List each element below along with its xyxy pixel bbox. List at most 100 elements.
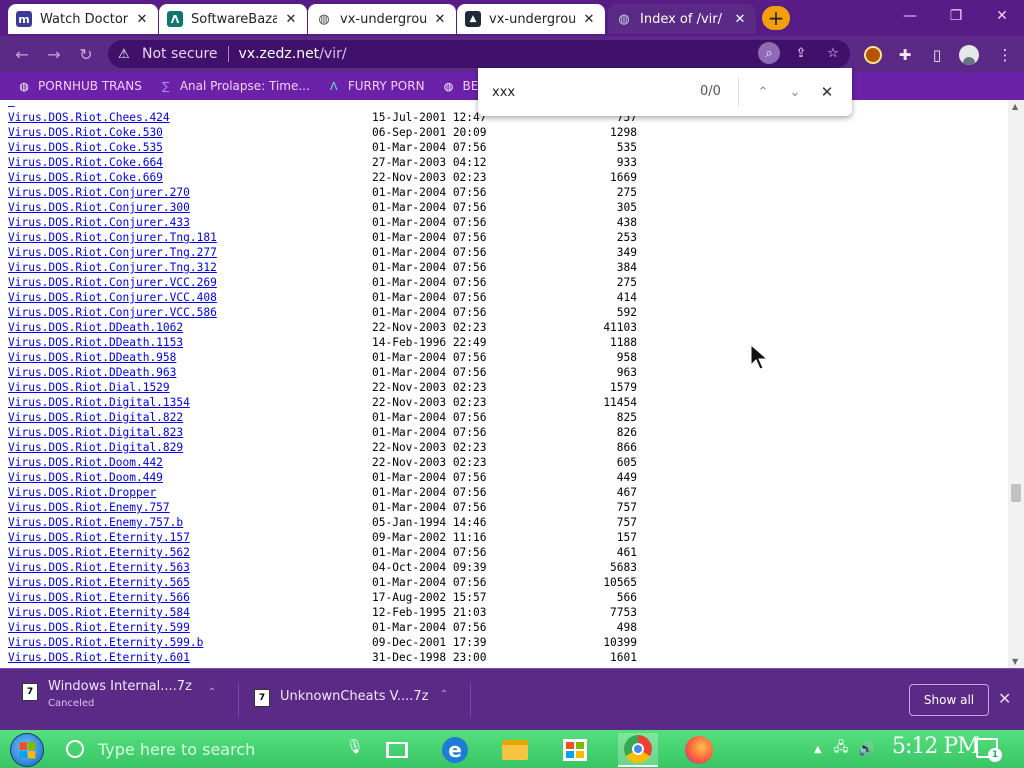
- file-link[interactable]: Virus.DOS.Riot.Eternity.584: [8, 605, 190, 620]
- file-link[interactable]: Virus.DOS.Riot.Dropper: [8, 485, 156, 500]
- scroll-down-icon[interactable]: ▼: [1012, 657, 1018, 666]
- file-link[interactable]: Virus.DOS.Riot.Doom.442: [8, 455, 163, 470]
- warning-icon[interactable]: ⚠: [118, 47, 134, 62]
- close-icon[interactable]: ✕: [283, 12, 299, 27]
- scroll-up-icon[interactable]: ▲: [1012, 102, 1018, 111]
- file-link[interactable]: Virus.DOS.Riot.Conjurer.300: [8, 200, 190, 215]
- edge-icon[interactable]: e: [438, 733, 472, 767]
- close-icon[interactable]: ✕: [432, 12, 448, 27]
- file-link[interactable]: Virus.DOS.Riot.Conjurer.VCC.408: [8, 290, 217, 305]
- file-link[interactable]: Virus.DOS.Riot.Digital.829: [8, 440, 183, 455]
- new-tab-button[interactable]: +: [762, 6, 790, 30]
- find-close-button[interactable]: ✕: [816, 81, 838, 103]
- tab-vx-underground-2[interactable]: ▲ vx-undergroun ✕: [457, 4, 605, 34]
- file-link[interactable]: Virus.DOS.Riot.Eternity.599: [8, 620, 190, 635]
- scrollbar-thumb[interactable]: [1011, 484, 1021, 502]
- menu-icon[interactable]: ⋮: [994, 44, 1016, 66]
- file-link[interactable]: Virus.DOS.Riot.Chees.424: [8, 110, 170, 125]
- restore-button[interactable]: ❐: [934, 0, 978, 32]
- file-link[interactable]: Virus.DOS.Riot.DDeath.1062: [8, 320, 183, 335]
- tab-watch-doctor[interactable]: m Watch Doctor ✕: [8, 4, 158, 34]
- file-link[interactable]: Virus.DOS.Riot.Coke.669: [8, 170, 163, 185]
- file-link[interactable]: Virus.DOS.Riot.Coke.530: [8, 125, 163, 140]
- tab-vx-underground-1[interactable]: ◍ vx-undergroun ✕: [308, 4, 456, 34]
- chrome-icon[interactable]: [618, 733, 658, 767]
- file-link[interactable]: Virus.DOS.Riot.DDeath.958: [8, 350, 176, 365]
- file-link[interactable]: Virus.DOS.Riot.Eternity.563: [8, 560, 190, 575]
- file-link[interactable]: Virus.DOS.Riot.Conjurer.VCC.586: [8, 305, 217, 320]
- chevron-up-icon[interactable]: ⌃: [208, 687, 216, 698]
- minimize-button[interactable]: —: [888, 0, 932, 32]
- file-link[interactable]: Virus.DOS.Riot.Digital.1354: [8, 395, 190, 410]
- file-link[interactable]: Virus.DOS.Riot.Enemy.757.b: [8, 515, 183, 530]
- url-text[interactable]: vx.zedz.net/vir/: [239, 46, 347, 62]
- close-download-bar-icon[interactable]: ✕: [998, 689, 1011, 708]
- network-icon[interactable]: 🖧: [834, 738, 849, 760]
- file-link[interactable]: Virus.DOS.Riot.Conjurer.Tng.312: [8, 260, 217, 275]
- file-size: 933: [616, 156, 637, 169]
- microphone-icon[interactable]: 🎙: [346, 739, 364, 755]
- profile-avatar-icon[interactable]: [862, 44, 884, 66]
- file-link[interactable]: Virus.DOS.Riot.Doom.449: [8, 470, 163, 485]
- extensions-icon[interactable]: ✚: [894, 44, 916, 66]
- window-close-button[interactable]: ✕: [980, 0, 1024, 32]
- close-icon[interactable]: ✕: [581, 12, 597, 27]
- taskbar-clock[interactable]: 5:12 PM: [892, 734, 980, 759]
- file-link[interactable]: Virus.DOS.Riot.Eternity.565: [8, 575, 190, 590]
- file-link[interactable]: Virus.DOS.Riot.Eternity.566: [8, 590, 190, 605]
- file-link[interactable]: Virus.DOS.Riot.DDeath.963: [8, 365, 176, 380]
- forward-button[interactable]: →: [42, 42, 66, 66]
- download-item[interactable]: 7 Windows Internal....7z Canceled ⌃: [22, 679, 232, 723]
- start-button[interactable]: [10, 733, 44, 767]
- bookmark-item[interactable]: ◍ PORNHUB TRANS: [16, 78, 142, 94]
- file-link[interactable]: Virus.DOS.Riot.Conjurer.270: [8, 185, 190, 200]
- find-previous-button[interactable]: ⌃: [752, 81, 774, 103]
- store-icon[interactable]: [558, 733, 592, 767]
- file-link-partial[interactable]: [8, 100, 15, 109]
- file-link[interactable]: Virus.DOS.Riot.Enemy.757: [8, 500, 170, 515]
- chevron-up-icon[interactable]: ⌃: [440, 689, 448, 700]
- file-link[interactable]: Virus.DOS.Riot.Dial.1529: [8, 380, 170, 395]
- file-link[interactable]: Virus.DOS.Riot.Conjurer.433: [8, 215, 190, 230]
- file-link[interactable]: Virus.DOS.Riot.DDeath.1153: [8, 335, 183, 350]
- volume-icon[interactable]: 🔊: [858, 742, 874, 757]
- tab-index-of-vir[interactable]: ◍ Index of /vir/ ✕: [608, 4, 756, 34]
- file-link[interactable]: Virus.DOS.Riot.Conjurer.VCC.269: [8, 275, 217, 290]
- file-link[interactable]: Virus.DOS.Riot.Eternity.157: [8, 530, 190, 545]
- account-icon[interactable]: [958, 44, 980, 66]
- file-link[interactable]: Virus.DOS.Riot.Eternity.601: [8, 650, 190, 665]
- file-link[interactable]: Virus.DOS.Riot.Coke.664: [8, 155, 163, 170]
- taskbar-search[interactable]: Type here to search 🎙: [56, 735, 376, 763]
- file-link[interactable]: Virus.DOS.Riot.Eternity.599.b: [8, 635, 203, 650]
- file-link[interactable]: Virus.DOS.Riot.Conjurer.Tng.181: [8, 230, 217, 245]
- close-icon[interactable]: ✕: [134, 12, 150, 27]
- file-link[interactable]: Virus.DOS.Riot.Coke.535: [8, 140, 163, 155]
- task-view-icon[interactable]: [380, 733, 414, 767]
- share-icon[interactable]: ⇪: [790, 42, 812, 64]
- security-label[interactable]: Not secure: [142, 46, 218, 62]
- bookmark-item[interactable]: Λ FURRY PORN: [326, 78, 425, 94]
- file-link[interactable]: Virus.DOS.Riot.Eternity.562: [8, 545, 190, 560]
- notification-center-icon[interactable]: 1: [976, 738, 1002, 762]
- bookmark-item[interactable]: ∑ Anal Prolapse: Time...: [158, 78, 310, 94]
- find-next-button[interactable]: ⌄: [784, 81, 806, 103]
- bookmark-star-icon[interactable]: ☆: [822, 42, 844, 64]
- close-icon[interactable]: ✕: [732, 12, 748, 27]
- file-date: 06-Sep-2001 20:09: [372, 126, 487, 139]
- file-link[interactable]: Virus.DOS.Riot.Digital.823: [8, 425, 183, 440]
- back-button[interactable]: ←: [10, 42, 34, 66]
- find-in-page-icon[interactable]: ⌕: [758, 42, 780, 64]
- tab-softwarebazaar[interactable]: Λ SoftwareBazaa ✕: [159, 4, 307, 34]
- file-link[interactable]: Virus.DOS.Riot.Digital.822: [8, 410, 183, 425]
- download-item[interactable]: 7 UnknownCheats V....7z ⌃: [254, 689, 464, 733]
- show-all-downloads-button[interactable]: Show all: [909, 684, 989, 716]
- reload-button[interactable]: ↻: [74, 42, 98, 66]
- find-input[interactable]: [492, 84, 682, 100]
- file-explorer-icon[interactable]: [498, 733, 532, 767]
- side-panel-icon[interactable]: ▯: [926, 44, 948, 66]
- tray-overflow-icon[interactable]: ▲: [814, 744, 822, 755]
- firefox-icon[interactable]: [682, 733, 716, 767]
- file-link[interactable]: Virus.DOS.Riot.Conjurer.Tng.277: [8, 245, 217, 260]
- address-bar[interactable]: ⚠ Not secure vx.zedz.net/vir/: [108, 40, 850, 68]
- page-scrollbar[interactable]: ▲ ▼: [1008, 100, 1024, 668]
